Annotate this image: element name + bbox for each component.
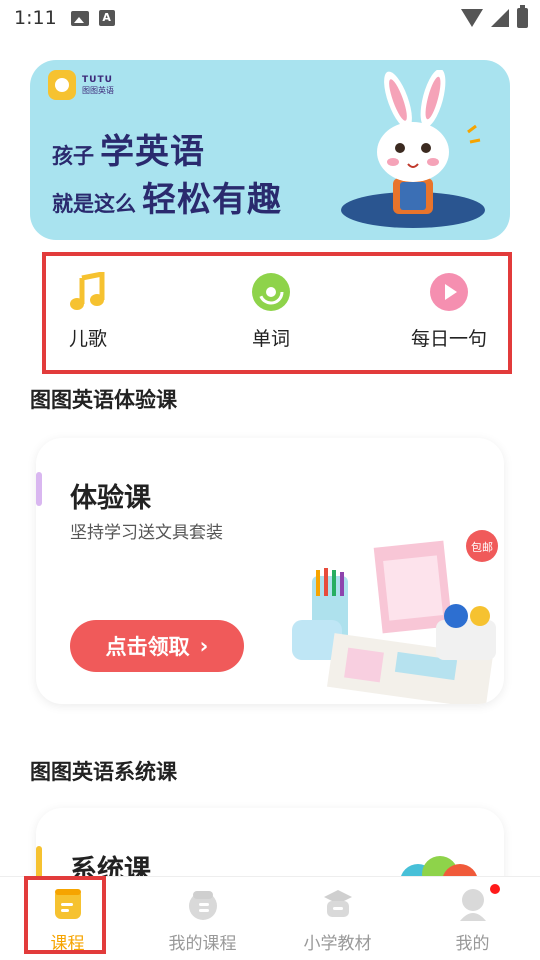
promo-banner[interactable]: TUTU 图图英语 孩子 学英语 就是这么 轻松有趣 [30, 60, 510, 240]
notification-dot [490, 884, 500, 894]
font-a-icon: A [98, 10, 115, 26]
quick-menu-words[interactable]: 单词 [251, 272, 291, 351]
card-accent-bar [36, 472, 42, 506]
bunny-mascot-illustration [341, 70, 485, 228]
quick-menu-daily-sentence[interactable]: 每日一句 [411, 272, 487, 351]
section-title-trial: 图图英语体验课 [30, 388, 177, 412]
banner-headline-1: 孩子 学英语 [52, 124, 205, 173]
logo-cn-text: 图图英语 [82, 85, 114, 95]
nav-label: 我的课程 [168, 934, 237, 954]
nav-tab-courses[interactable]: 课程 [0, 877, 135, 960]
trial-card-title: 体验课 [70, 483, 151, 514]
logo-en-text: TUTU [82, 74, 113, 85]
claim-button[interactable]: 点击领取 › [70, 620, 244, 672]
quick-menu-label: 每日一句 [411, 328, 488, 350]
banner-line1-small: 孩子 [52, 144, 94, 168]
nav-label: 课程 [50, 934, 85, 954]
image-icon [70, 10, 89, 26]
wifi-icon [461, 9, 483, 27]
banner-headline-2: 就是这么 轻松有趣 [52, 172, 282, 221]
nav-tab-profile[interactable]: 我的 [405, 877, 540, 960]
play-icon [429, 272, 469, 312]
quick-menu-songs[interactable]: 儿歌 [68, 272, 108, 351]
disc-icon [251, 272, 291, 312]
textbook-icon [323, 890, 352, 917]
bunny-logo-icon [48, 70, 76, 100]
status-left-icons: A [70, 10, 115, 26]
banner-line2-small: 就是这么 [52, 192, 136, 216]
profile-icon [459, 889, 486, 921]
quick-menu: 儿歌 单词 每日一句 [42, 252, 512, 374]
nav-label: 小学教材 [303, 934, 372, 954]
chevron-right-icon: › [199, 634, 209, 658]
banner-line1-big: 学英语 [100, 132, 205, 172]
card-accent-bar [36, 846, 42, 880]
signal-icon [491, 9, 509, 27]
music-note-icon [68, 272, 108, 312]
nav-tab-my-courses[interactable]: 我的课程 [135, 877, 270, 960]
stationery-set-illustration: 包邮 [292, 530, 498, 704]
trial-card-subtitle: 坚持学习送文具套装 [70, 523, 223, 543]
battery-charging-icon [517, 5, 528, 28]
my-course-icon [188, 891, 217, 920]
free-shipping-badge: 包邮 [471, 541, 493, 554]
trial-course-card[interactable]: 体验课 坚持学习送文具套装 点击领取 › 包邮 [36, 438, 504, 704]
course-book-icon [54, 889, 81, 919]
status-right-icons [461, 5, 528, 28]
claim-button-label: 点击领取 [105, 635, 190, 659]
quick-menu-label: 单词 [251, 328, 290, 350]
banner-line2-big: 轻松有趣 [142, 180, 282, 220]
status-time: 1:11 [14, 7, 57, 29]
app-logo: TUTU 图图英语 [48, 70, 114, 100]
quick-menu-label: 儿歌 [68, 328, 107, 350]
bottom-nav: 课程 我的课程 小学教材 我的 [0, 876, 540, 960]
status-bar: 1:11 A [0, 0, 540, 36]
nav-label: 我的 [455, 934, 490, 954]
section-title-system: 图图英语系统课 [30, 760, 177, 784]
nav-tab-textbooks[interactable]: 小学教材 [270, 877, 405, 960]
